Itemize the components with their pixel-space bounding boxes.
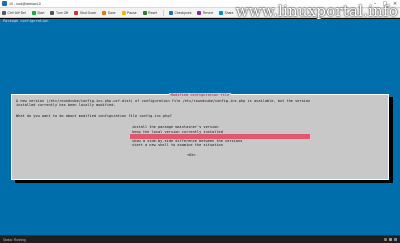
dialog-question: What do you want to do about modified co… xyxy=(16,114,172,118)
toolbar-separator xyxy=(163,9,165,16)
pause-icon xyxy=(121,10,126,15)
toolbar-shut-down-button[interactable]: Shut Down xyxy=(74,10,97,15)
ok-button[interactable]: <Ok> xyxy=(187,153,196,157)
toolbar-save-button[interactable]: Save xyxy=(102,10,116,15)
turn-off-icon xyxy=(50,10,55,15)
network-status-icon xyxy=(393,237,397,242)
watermark-text: www.linuxportal.info xyxy=(235,2,398,20)
toolbar-turn-off-button[interactable]: Turn Off xyxy=(50,10,69,15)
toolbar-label: Ctrl+Alt+Del xyxy=(7,10,26,15)
toolbar-label: Shut Down xyxy=(79,10,97,15)
toolbar-label: Checkpoint xyxy=(174,10,192,15)
option-start-shell[interactable]: start a new shell to examine the situati… xyxy=(130,143,310,148)
dialog-title: Modified configuration file xyxy=(12,93,388,97)
vm-toolbar: Ctrl+Alt+Del Start Turn Off Shut Down Sa… xyxy=(0,2,400,20)
toolbar-label: Save xyxy=(107,10,116,15)
reset-icon xyxy=(142,10,147,15)
dialog-message: A new version (/etc/roundcube/config.inc… xyxy=(16,99,386,108)
vm-console-screen[interactable]: Package configuration Modified configura… xyxy=(0,19,400,235)
keyboard-icon xyxy=(2,10,6,15)
toolbar-ctrl-alt-del-button[interactable]: Ctrl+Alt+Del xyxy=(2,10,26,15)
dialog-message-line: installed currently has been locally mod… xyxy=(16,103,116,108)
console-title: Package configuration xyxy=(3,19,49,23)
toolbar-reset-button[interactable]: Reset xyxy=(142,10,158,15)
toolbar-pause-button[interactable]: Pause xyxy=(121,10,137,15)
dialog-title-text: Modified configuration file xyxy=(169,93,231,97)
lock-status-icon xyxy=(388,237,392,242)
share-icon xyxy=(218,10,223,15)
window-title: 10 - root@debian10 xyxy=(9,1,41,6)
toolbar-share-button[interactable]: Share xyxy=(218,10,234,15)
toolbar-label: Pause xyxy=(127,10,137,15)
toolbar-label: Reset xyxy=(148,10,158,15)
keyboard-status-icon xyxy=(383,237,387,242)
toolbar-label: Turn Off xyxy=(55,10,69,15)
toolbar-label: Revert xyxy=(202,10,213,15)
shutdown-icon xyxy=(74,10,79,15)
start-icon xyxy=(31,10,36,15)
status-text: Status: Running xyxy=(3,237,26,242)
toolbar-checkpoint-button[interactable]: Checkpoint xyxy=(169,10,192,15)
save-icon xyxy=(102,10,107,15)
toolbar-start-button[interactable]: Start xyxy=(31,10,45,15)
status-indicators xyxy=(382,237,397,242)
option-menu: install the package maintainer's version… xyxy=(130,125,310,148)
toolbar-revert-button[interactable]: Revert xyxy=(197,10,213,15)
config-dialog: Modified configuration file A new versio… xyxy=(11,93,389,180)
checkpoint-icon xyxy=(169,10,174,15)
toolbar-label: Share xyxy=(224,10,234,15)
status-bar: Status: Running xyxy=(0,235,400,243)
vm-connect-icon xyxy=(2,1,7,6)
toolbar-label: Start xyxy=(37,10,45,15)
revert-icon xyxy=(197,10,202,15)
